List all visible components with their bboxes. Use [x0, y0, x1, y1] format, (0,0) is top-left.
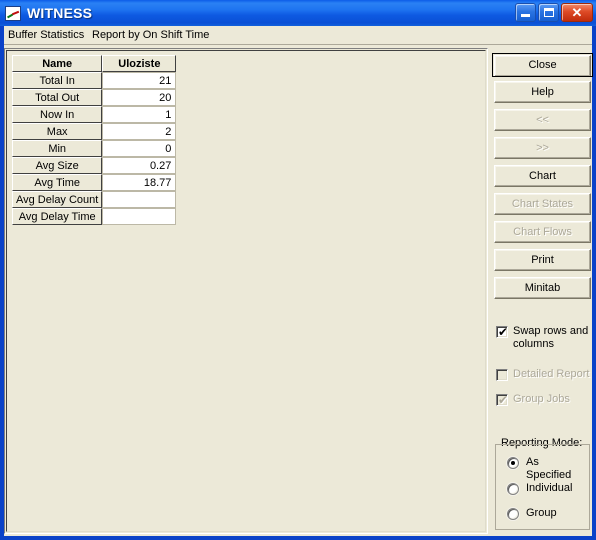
table-row: Total Out 20: [12, 89, 177, 106]
radio-circle[interactable]: [507, 508, 519, 520]
row-header-cell[interactable]: Total In: [12, 72, 103, 89]
table-row: Max 2: [12, 123, 177, 140]
report-mode-label: Report by On Shift Time: [92, 29, 210, 41]
checkmark-icon: ✔: [498, 325, 509, 339]
checkbox-label: Detailed Report: [513, 368, 590, 380]
chart-button[interactable]: Chart: [494, 165, 591, 187]
table-header-row: Name Uloziste: [12, 55, 177, 72]
row-header-cell[interactable]: Avg Time: [12, 174, 103, 191]
prev-button: <<: [494, 109, 591, 131]
value-cell[interactable]: 0.27: [102, 157, 177, 174]
chart-states-button: Chart States: [494, 193, 591, 215]
minitab-button[interactable]: Minitab: [494, 277, 591, 299]
column-header-name[interactable]: Name: [12, 55, 103, 72]
maximize-icon[interactable]: [538, 3, 559, 22]
table-row: Avg Delay Count: [12, 191, 177, 208]
radio-label: Group: [526, 507, 557, 519]
value-cell[interactable]: 2: [102, 123, 177, 140]
radio-dot-icon: [511, 461, 515, 465]
row-header-cell[interactable]: Max: [12, 123, 103, 140]
row-header-cell[interactable]: Avg Size: [12, 157, 103, 174]
statistics-label: Buffer Statistics: [8, 29, 85, 41]
checkbox-detailed-report: Detailed Report: [496, 368, 592, 381]
close-glyph: ✕: [571, 5, 583, 20]
column-header-uloziste[interactable]: Uloziste: [102, 55, 177, 72]
value-cell[interactable]: 1: [102, 106, 177, 123]
minimize-icon[interactable]: [515, 3, 536, 22]
value-cell[interactable]: 18.77: [102, 174, 177, 191]
side-panel: Reporting Mode: Close Help << >> Chart Chart …: [491, 48, 593, 534]
radio-as-specified[interactable]: As Specified: [507, 456, 587, 482]
value-cell[interactable]: [102, 191, 177, 208]
radio-circle[interactable]: [507, 483, 519, 495]
print-button[interactable]: Print: [494, 249, 591, 271]
report-panel-inner: Name Uloziste Total In 21 Total Out 20 Now In 1…: [6, 50, 486, 532]
witness-window: WITNESS ✕ Buffer Statistics Report by On…: [0, 0, 596, 540]
titlebar-button-group: ✕: [515, 3, 593, 22]
checkbox-box: ✔: [496, 394, 508, 406]
checkbox-label: Group Jobs: [513, 393, 570, 405]
checkbox-box[interactable]: ✔: [496, 326, 508, 338]
table-row: Total In 21: [12, 72, 177, 89]
radio-individual[interactable]: Individual: [507, 482, 587, 495]
checkbox-box: [496, 369, 508, 381]
table-row: Avg Size 0.27: [12, 157, 177, 174]
chart-window-icon: [5, 5, 21, 21]
statistics-table: Name Uloziste Total In 21 Total Out 20 Now In 1…: [12, 55, 177, 225]
checkbox-label: Swap rows and columns: [513, 325, 589, 350]
radio-label: Individual: [526, 482, 573, 494]
close-icon[interactable]: ✕: [561, 3, 593, 22]
button-label: Close: [494, 55, 591, 76]
radio-group[interactable]: Group: [507, 507, 587, 520]
client-area: Buffer Statistics Report by On Shift Tim…: [4, 26, 593, 536]
row-header-cell[interactable]: Avg Delay Count: [12, 191, 103, 208]
row-header-cell[interactable]: Total Out: [12, 89, 103, 106]
radio-circle[interactable]: [507, 457, 519, 469]
value-cell[interactable]: 20: [102, 89, 177, 106]
table-row: Now In 1: [12, 106, 177, 123]
table-row: Avg Delay Time: [12, 208, 177, 225]
value-cell[interactable]: [102, 208, 177, 225]
title-bar: WITNESS ✕: [0, 0, 596, 26]
help-button[interactable]: Help: [494, 81, 591, 103]
report-header-strip: Buffer Statistics Report by On Shift Tim…: [4, 26, 592, 45]
row-header-cell[interactable]: Now In: [12, 106, 103, 123]
row-header-cell[interactable]: Min: [12, 140, 103, 157]
close-button[interactable]: Close: [492, 53, 593, 77]
radio-label: As Specified: [526, 456, 572, 481]
report-panel: Name Uloziste Total In 21 Total Out 20 Now In 1…: [4, 48, 488, 534]
checkbox-swap-rows-and-columns[interactable]: ✔ Swap rows and columns: [496, 325, 592, 351]
next-button: >>: [494, 137, 591, 159]
value-cell[interactable]: 21: [102, 72, 177, 89]
value-cell[interactable]: 0: [102, 140, 177, 157]
checkmark-icon: ✔: [498, 393, 509, 407]
row-header-cell[interactable]: Avg Delay Time: [12, 208, 103, 225]
chart-flows-button: Chart Flows: [494, 221, 591, 243]
window-title: WITNESS: [27, 5, 93, 21]
table-row: Min 0: [12, 140, 177, 157]
checkbox-group-jobs: ✔ Group Jobs: [496, 393, 592, 406]
table-row: Avg Time 18.77: [12, 174, 177, 191]
